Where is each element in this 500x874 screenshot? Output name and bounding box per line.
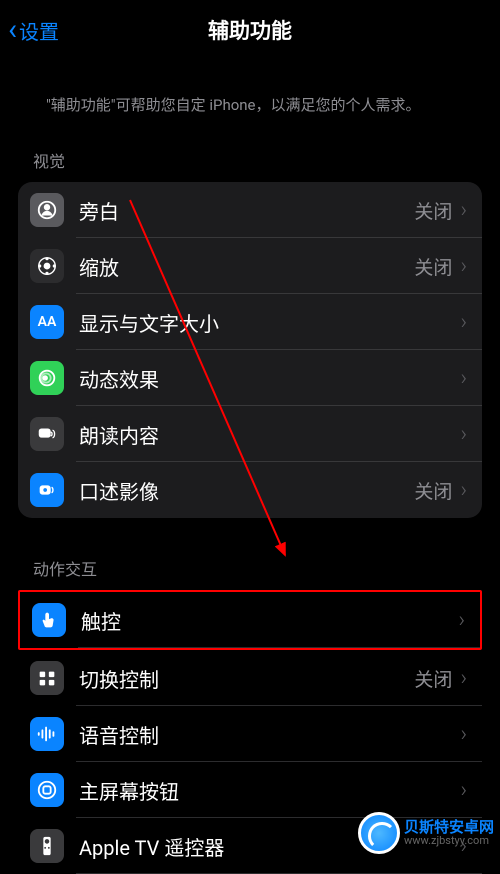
row-value: 关闭 (414, 197, 452, 224)
row-label: 主屏幕按钮 (79, 776, 460, 805)
row-label: 触控 (81, 606, 458, 635)
chevron-right-icon: › (460, 478, 467, 503)
row-label: 旁白 (79, 196, 414, 225)
touch-icon (32, 603, 66, 637)
page-title: 辅助功能 (208, 15, 292, 45)
row-voice-control[interactable]: 语音控制 › (18, 706, 482, 762)
motion-icon (30, 361, 64, 395)
row-label: 显示与文字大小 (79, 308, 460, 337)
row-value: 关闭 (414, 665, 452, 692)
row-switch-control[interactable]: 切换控制 关闭 › (18, 650, 482, 706)
group-vision: 旁白 关闭 › 缩放 关闭 › AA 显示与文字大小 › 动态效果 › (18, 182, 482, 518)
voice-control-icon (30, 717, 64, 751)
chevron-right-icon: › (460, 310, 467, 335)
chevron-right-icon: › (460, 666, 467, 691)
chevron-right-icon: › (460, 366, 467, 391)
row-value: 关闭 (414, 477, 452, 504)
watermark: 贝斯特安卓网 www.zjbstyy.com (358, 812, 494, 854)
row-touch[interactable]: 触控 › (18, 590, 482, 650)
row-spoken-content[interactable]: 朗读内容 › (18, 406, 482, 462)
display-text-icon: AA (30, 305, 64, 339)
voiceover-icon (30, 193, 64, 227)
chevron-left-icon: ‹ (8, 15, 17, 45)
row-zoom[interactable]: 缩放 关闭 › (18, 238, 482, 294)
row-label: 口述影像 (79, 476, 414, 505)
chevron-right-icon: › (460, 778, 467, 803)
row-label: 语音控制 (79, 720, 460, 749)
page-description: "辅助功能"可帮助您自定 iPhone，以满足您的个人需求。 (46, 95, 454, 116)
row-motion[interactable]: 动态效果 › (18, 350, 482, 406)
row-voiceover[interactable]: 旁白 关闭 › (18, 182, 482, 238)
switch-control-icon (30, 661, 64, 695)
chevron-right-icon: › (460, 722, 467, 747)
watermark-title: 贝斯特安卓网 (404, 819, 494, 836)
chevron-right-icon: › (460, 198, 467, 223)
watermark-logo-icon (358, 812, 400, 854)
row-label: 动态效果 (79, 364, 460, 393)
row-value: 关闭 (414, 253, 452, 280)
row-label: 切换控制 (79, 664, 414, 693)
row-display[interactable]: AA 显示与文字大小 › (18, 294, 482, 350)
nav-header: ‹ 设置 辅助功能 (0, 0, 500, 60)
apple-tv-remote-icon (30, 829, 64, 863)
row-label: 朗读内容 (79, 420, 460, 449)
watermark-url: www.zjbstyy.com (404, 835, 494, 847)
zoom-icon (30, 249, 64, 283)
home-button-icon (30, 773, 64, 807)
audio-descriptions-icon (30, 473, 64, 507)
back-button[interactable]: ‹ 设置 (8, 15, 59, 45)
chevron-right-icon: › (460, 422, 467, 447)
chevron-right-icon: › (458, 608, 465, 633)
spoken-content-icon (30, 417, 64, 451)
section-header-interaction: 动作交互 (33, 556, 482, 580)
row-audio-descriptions[interactable]: 口述影像 关闭 › (18, 462, 482, 518)
section-header-vision: 视觉 (33, 148, 482, 172)
back-label: 设置 (19, 16, 59, 45)
chevron-right-icon: › (460, 254, 467, 279)
row-home-button[interactable]: 主屏幕按钮 › (18, 762, 482, 818)
row-label: 缩放 (79, 252, 414, 281)
